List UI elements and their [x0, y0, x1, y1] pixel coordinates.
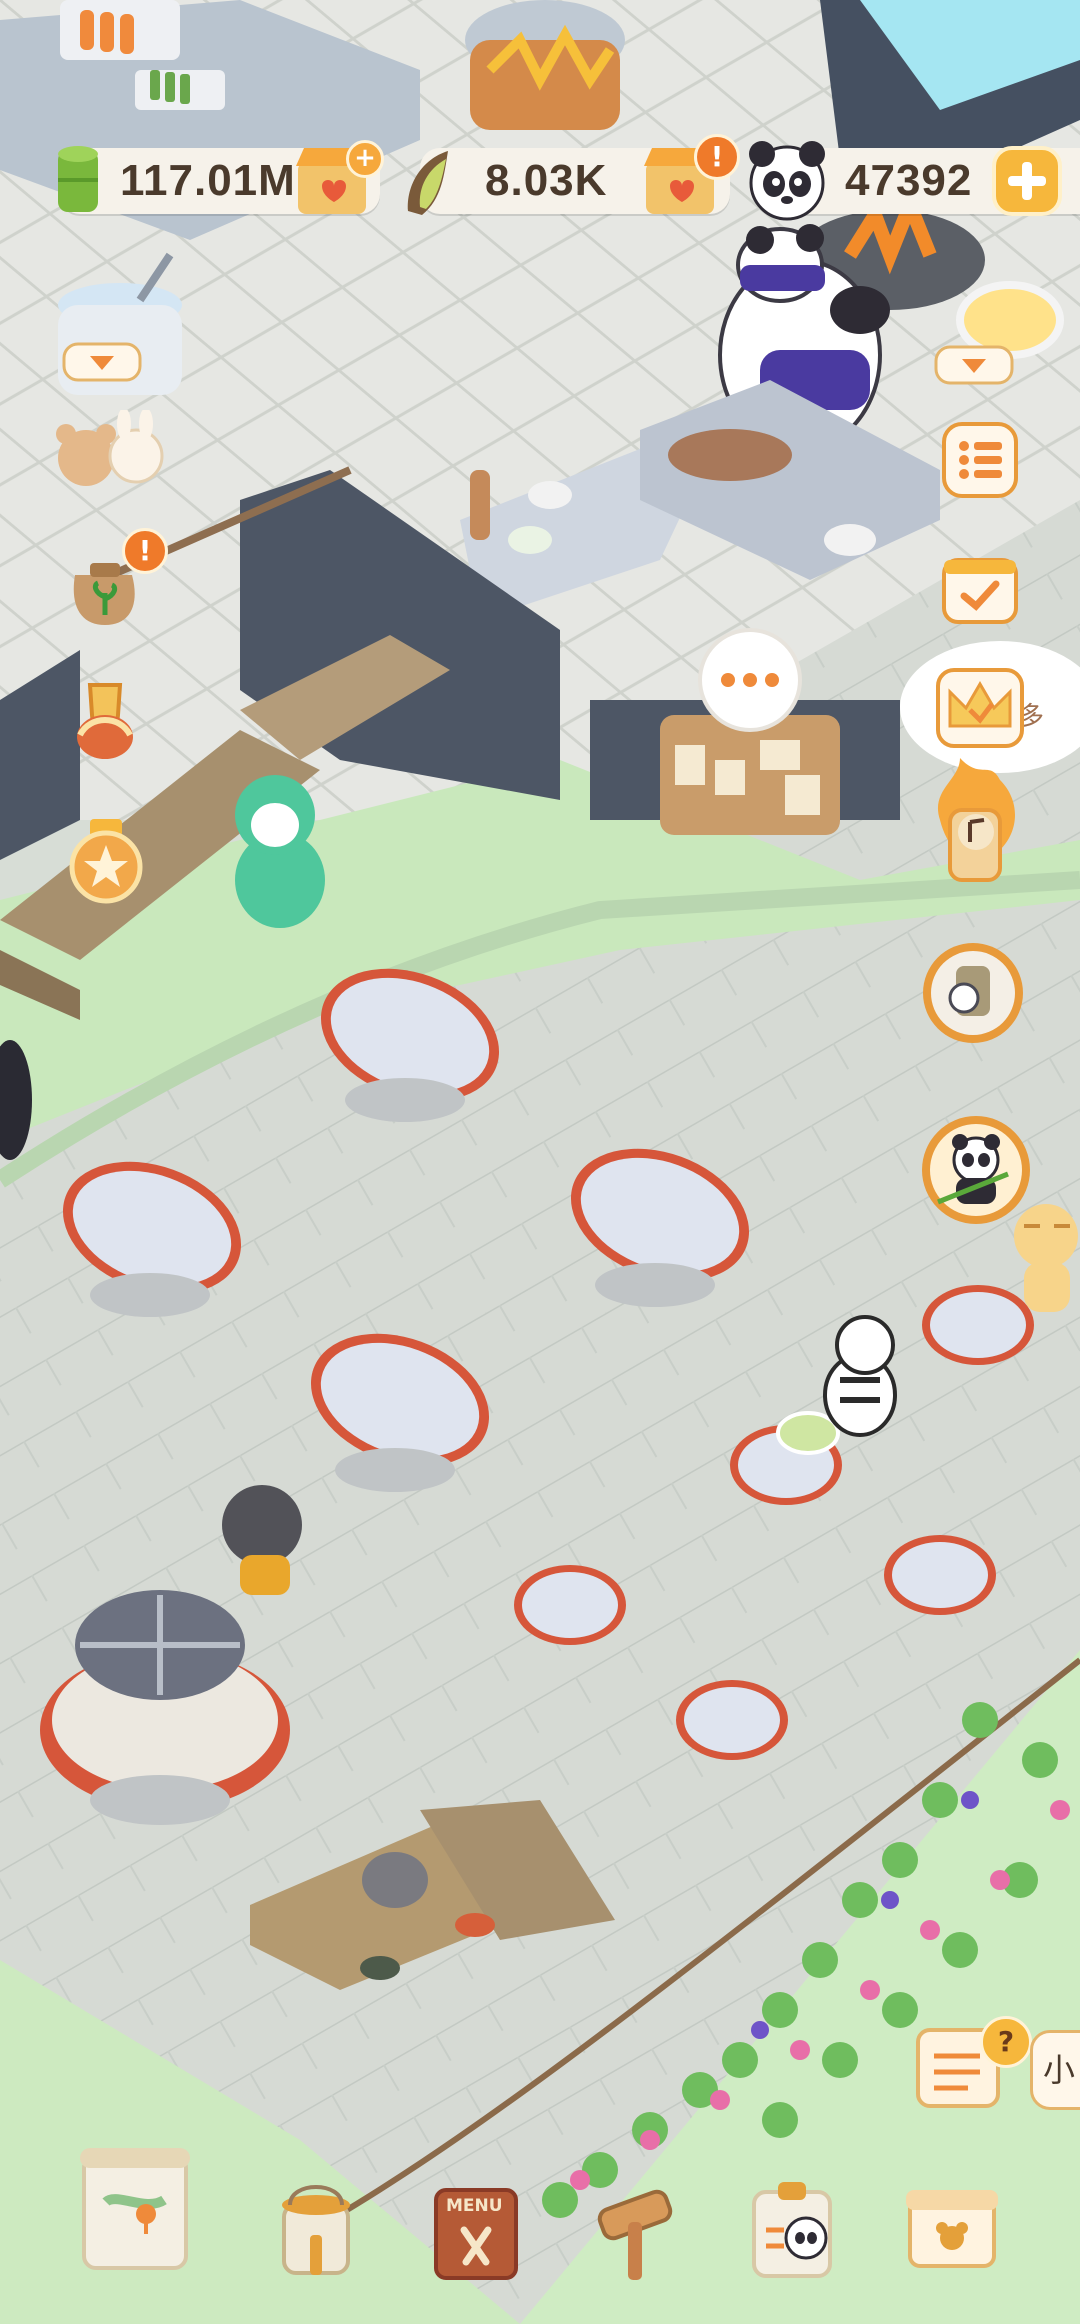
exclamation-badge-icon: !	[694, 134, 740, 180]
menu-book-label: MENU	[446, 2196, 503, 2216]
calendar-check-button[interactable]	[938, 548, 1022, 628]
bear-bunny-friends-icon[interactable]	[50, 408, 170, 490]
collapse-arrow-button-left[interactable]	[62, 342, 142, 382]
side-tag-label[interactable]: 小	[1030, 2030, 1080, 2110]
storage-box-button[interactable]	[900, 2176, 1004, 2280]
add-currency-button[interactable]	[992, 146, 1062, 216]
panda-face-icon	[746, 140, 828, 222]
list-menu-button[interactable]	[940, 420, 1020, 500]
bamboo-currency-icon	[50, 140, 110, 220]
bamboo-currency-value: 117.01M	[120, 156, 296, 205]
collapse-arrow-button-right[interactable]	[934, 345, 1014, 385]
bamboo-shoot-icon	[398, 145, 460, 217]
map-scroll-button[interactable]	[76, 2142, 194, 2278]
ribbon-trophy-icon[interactable]	[60, 675, 150, 770]
bamboo-shoot-currency-value: 8.03K	[485, 156, 608, 205]
plus-icon: +	[346, 140, 384, 178]
crown-rank-button[interactable]	[934, 666, 1026, 750]
hammer-build-button[interactable]	[590, 2186, 680, 2286]
exclamation-badge-icon: !	[122, 528, 168, 574]
panda-badge-card-button[interactable]	[744, 2174, 840, 2284]
panda-currency-value: 47392	[845, 156, 973, 205]
character-portrait-button[interactable]	[918, 938, 1028, 1048]
star-medal-icon[interactable]	[66, 815, 146, 905]
paint-bucket-button[interactable]	[270, 2175, 362, 2285]
music-fire-event-button[interactable]	[920, 750, 1030, 890]
tiger-customer	[1004, 1196, 1080, 1316]
question-badge-icon: ?	[980, 2016, 1032, 2068]
